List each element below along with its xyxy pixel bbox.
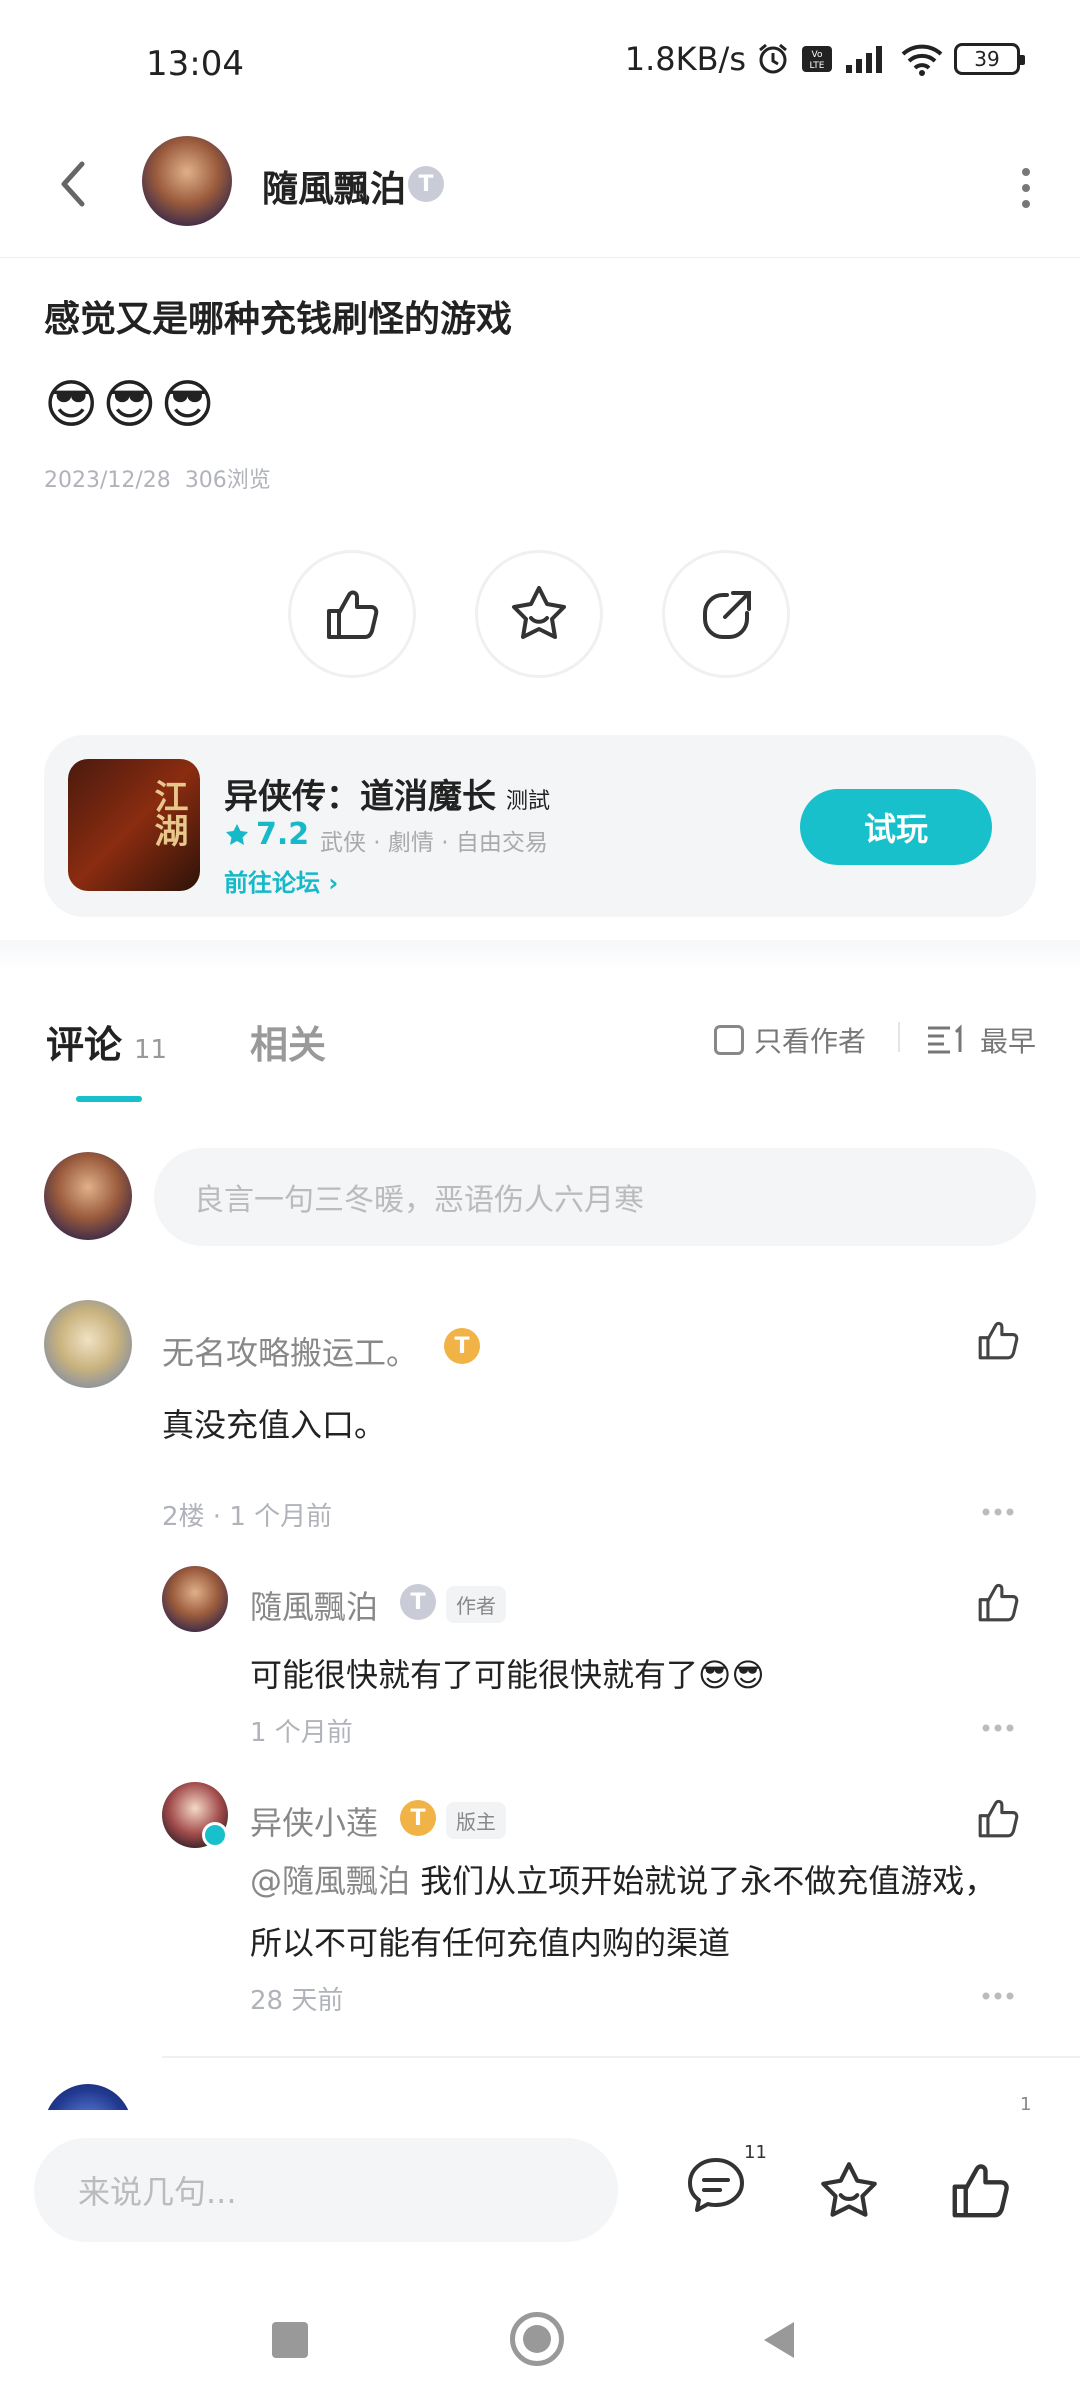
moderator-more-icon[interactable] <box>980 1990 1016 2002</box>
favorite-button[interactable] <box>475 550 603 678</box>
battery-level: 39 <box>974 47 1000 71</box>
forum-link[interactable]: 前往论坛 › <box>224 863 338 898</box>
like-button[interactable] <box>288 550 416 678</box>
recent-apps-button[interactable] <box>272 2322 308 2358</box>
game-status-badge: 测試 <box>506 789 551 814</box>
bottom-favorite-icon[interactable] <box>816 2158 882 2224</box>
status-bar: 13:04 1.8KB/s Vo LTE 39 <box>0 0 1080 130</box>
moderator-reply-line2: 所以不可能有任何充值内购的渠道 <box>250 1924 731 1962</box>
bottom-reply-bar: 来说几句... 11 <box>0 2110 1080 2280</box>
tab-related[interactable]: 相关 <box>250 1014 326 1069</box>
back-arrow-icon[interactable] <box>52 154 92 214</box>
comment-count-badge: 11 <box>744 2142 767 2163</box>
moderator-badge: 版主 <box>446 1802 506 1839</box>
post-date: 2023/12/28 <box>44 468 171 493</box>
verified-icon <box>202 1822 228 1848</box>
game-name[interactable]: 异侠传：道消魔长 测試 <box>224 769 550 818</box>
svg-text:LTE: LTE <box>810 61 825 71</box>
back-button[interactable] <box>760 2320 798 2360</box>
svg-text:Vo: Vo <box>812 50 823 60</box>
moderator-name[interactable]: 异侠小莲 <box>250 1798 378 1844</box>
reply-avatar[interactable] <box>162 1566 228 1632</box>
sort-toggle[interactable]: 最早 <box>926 1020 1036 1060</box>
post-header: 隨風飄泊 T <box>0 130 1080 258</box>
chevron-right-icon: › <box>328 869 339 897</box>
more-options-icon[interactable] <box>1016 158 1036 218</box>
comment-like-icon[interactable] <box>974 1316 1022 1364</box>
reply-meta: 1 个月前 <box>250 1718 353 1748</box>
post-title: 感觉又是哪种充钱刷怪的游戏 <box>44 299 513 340</box>
moderator-reply-line1: @隨風飄泊 我们从立项开始就说了永不做充值游戏， <box>250 1862 997 1900</box>
comment-input[interactable]: 良言一句三冬暖，恶语伤人六月寒 <box>154 1148 1036 1246</box>
signal-icon <box>846 46 882 73</box>
share-icon <box>703 591 751 639</box>
commenter-avatar[interactable] <box>44 1300 132 1388</box>
wifi-icon <box>901 44 943 76</box>
status-time: 13:04 <box>146 44 244 84</box>
section-divider <box>0 940 1080 970</box>
system-nav-bar <box>0 2280 1080 2400</box>
post-meta: 2023/12/28 306浏览 <box>44 462 271 494</box>
home-inner-dot <box>523 2325 551 2353</box>
comment-bubble-icon <box>688 2158 744 2212</box>
author-avatar[interactable] <box>142 136 232 226</box>
reply-like-icon[interactable] <box>974 1578 1022 1626</box>
reply-text: 可能很快就有了可能很快就有了😎😎 <box>250 1656 765 1694</box>
commenter-level-badge: T <box>444 1328 480 1364</box>
game-tags: 武侠 · 劇情 · 自由交易 <box>320 830 548 856</box>
status-icons: 1.8KB/s Vo LTE 39 <box>624 40 1025 78</box>
comment-meta: 2楼 · 1 个月前 <box>162 1502 333 1532</box>
post-views: 306浏览 <box>184 468 271 493</box>
star-icon <box>512 586 566 639</box>
comment-more-icon[interactable] <box>980 1506 1016 1518</box>
author-badge: 作者 <box>446 1586 506 1623</box>
home-button[interactable] <box>510 2312 564 2366</box>
net-speed: 1.8KB/s <box>624 40 746 78</box>
comment-text: 真没充值入口。 <box>162 1406 387 1444</box>
filter-separator <box>898 1022 900 1052</box>
comment-separator <box>162 2056 1080 2058</box>
game-rating: 7.2 <box>224 817 309 852</box>
mention-link[interactable]: @隨風飄泊 <box>250 1862 410 1900</box>
game-icon-title: 江湖 <box>148 779 188 847</box>
moderator-like-icon[interactable] <box>974 1794 1022 1842</box>
moderator-reply-meta: 28 天前 <box>250 1986 344 2016</box>
moderator-level-badge: T <box>400 1800 436 1836</box>
comments-count: 11 <box>134 1035 168 1065</box>
reply-more-icon[interactable] <box>980 1722 1016 1734</box>
bottom-like-icon[interactable] <box>946 2156 1014 2224</box>
comments-button[interactable]: 11 <box>684 2142 767 2224</box>
author-name[interactable]: 隨風飄泊 <box>262 160 406 212</box>
reply-author-name[interactable]: 隨風飄泊 <box>250 1582 378 1628</box>
active-tab-indicator <box>76 1096 142 1102</box>
reply-level-badge: T <box>400 1584 436 1620</box>
only-author-filter[interactable]: 只看作者 <box>714 1020 866 1060</box>
volte-icon: VoLTE <box>802 46 832 72</box>
game-icon[interactable]: 江湖 <box>68 759 200 891</box>
author-level-badge: T <box>408 166 444 202</box>
alarm-icon <box>759 43 787 74</box>
battery-icon: 39 <box>954 43 1025 75</box>
thumbs-up-icon <box>327 590 379 639</box>
share-button[interactable] <box>662 550 790 678</box>
play-button[interactable]: 试玩 <box>800 789 992 865</box>
commenter-name[interactable]: 无名攻略搬运工。 <box>162 1328 418 1374</box>
tab-comments[interactable]: 评论 11 <box>46 1014 167 1069</box>
my-avatar <box>44 1152 132 1240</box>
post-emojis: 😎😎😎 <box>44 375 219 435</box>
reply-input[interactable]: 来说几句... <box>34 2138 618 2242</box>
sort-icon <box>928 1024 962 1054</box>
only-author-checkbox[interactable] <box>714 1025 744 1055</box>
rating-star-icon <box>226 823 248 845</box>
game-card[interactable]: 江湖 异侠传：道消魔长 测試 7.2 武侠 · 劇情 · 自由交易 前往论坛 › … <box>44 735 1036 917</box>
